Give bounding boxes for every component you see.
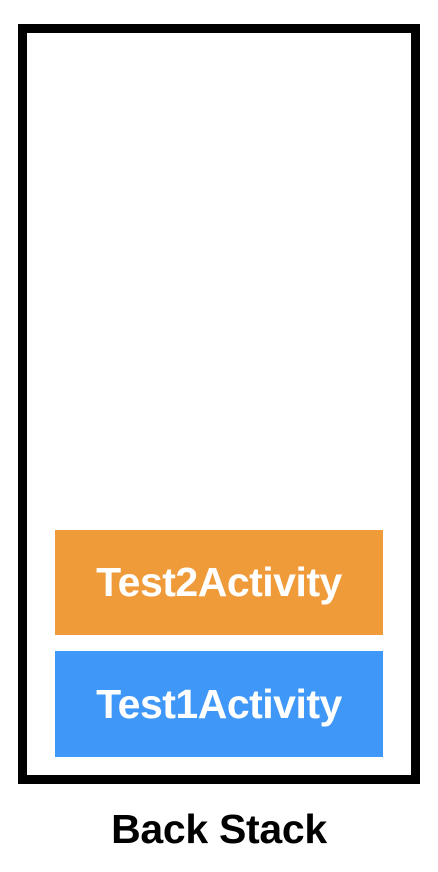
activity-block-test2: Test2Activity [55, 530, 383, 635]
activity-label: Test2Activity [96, 559, 342, 605]
back-stack-frame: Test2Activity Test1Activity [18, 24, 420, 784]
diagram-caption: Back Stack [111, 806, 327, 852]
activity-block-test1: Test1Activity [55, 651, 383, 757]
activity-label: Test1Activity [96, 680, 342, 727]
